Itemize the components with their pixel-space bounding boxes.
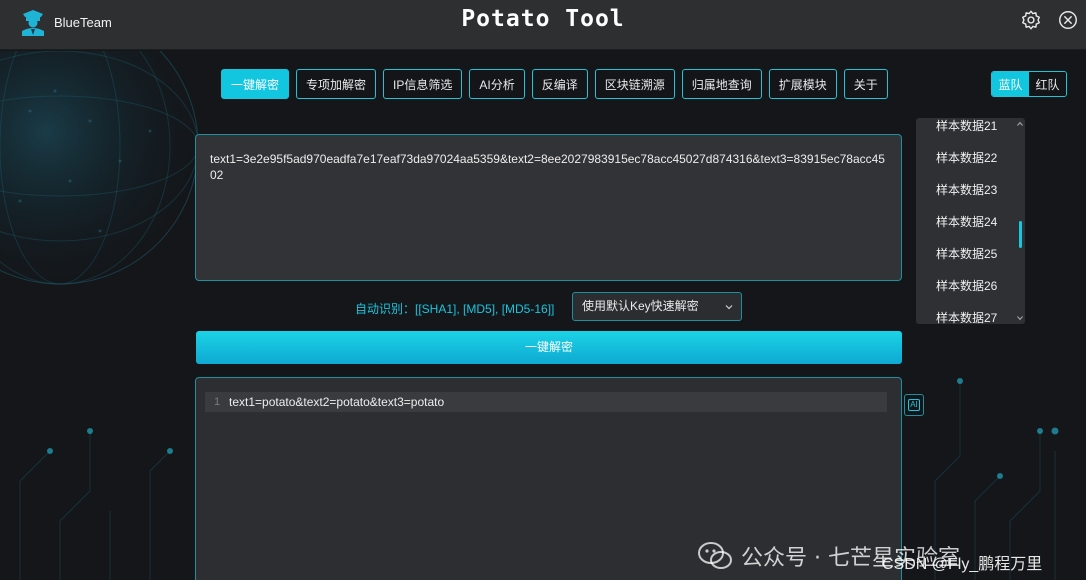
tab-ip-filter[interactable]: IP信息筛选 — [383, 69, 463, 99]
sample-list[interactable]: 样本数据21 样本数据22 样本数据23 样本数据24 样本数据25 样本数据2… — [916, 118, 1025, 324]
output-line: 1 text1=potato&text2=potato&text3=potato — [205, 392, 887, 412]
chevron-down-icon — [725, 305, 733, 310]
team-toggle: 蓝队 红队 — [991, 71, 1067, 97]
close-icon[interactable] — [1057, 9, 1079, 31]
list-item[interactable]: 样本数据23 — [916, 174, 1025, 206]
app-title: Potato Tool — [461, 6, 625, 32]
red-team-button[interactable]: 红队 — [1029, 72, 1066, 96]
output-text: text1=potato&text2=potato&text3=potato — [229, 395, 445, 409]
main-tabs: 一键解密 专项加解密 IP信息筛选 AI分析 反编译 区块链溯源 归属地查询 扩… — [221, 69, 888, 99]
tab-decompile[interactable]: 反编译 — [531, 69, 588, 99]
tab-special-crypto[interactable]: 专项加解密 — [296, 69, 377, 99]
list-item[interactable]: 样本数据27 — [916, 302, 1025, 324]
wechat-icon — [698, 542, 732, 569]
list-item[interactable]: 样本数据26 — [916, 270, 1025, 302]
title-bar: BlueTeam Potato Tool — [0, 0, 1086, 50]
chevron-up-icon[interactable] — [1017, 121, 1023, 127]
tab-blockchain-trace[interactable]: 区块链溯源 — [594, 69, 675, 99]
line-number: 1 — [213, 396, 221, 408]
tab-one-click-decrypt[interactable]: 一键解密 — [221, 69, 290, 99]
blue-team-button[interactable]: 蓝队 — [992, 72, 1029, 96]
watermark: 公众号 · 七芒星实验室 CSDN @Fly_鹏程万里 — [697, 540, 1042, 573]
tab-ai-analysis[interactable]: AI分析 — [469, 69, 525, 99]
tab-location-lookup[interactable]: 归属地查询 — [681, 69, 762, 99]
ai-icon: AI — [908, 399, 920, 411]
key-mode-value: 使用默认Key快速解密 — [582, 299, 699, 313]
decrypt-button[interactable]: 一键解密 — [196, 331, 902, 364]
tab-extension-modules[interactable]: 扩展模块 — [768, 69, 837, 99]
list-item[interactable]: 样本数据21 — [916, 118, 1025, 142]
scrollbar-thumb[interactable] — [1019, 221, 1022, 248]
key-mode-select[interactable]: 使用默认Key快速解密 — [572, 292, 742, 321]
list-item[interactable]: 样本数据24 — [916, 206, 1025, 238]
chevron-down-icon[interactable] — [1017, 315, 1023, 321]
sample-items: 样本数据21 样本数据22 样本数据23 样本数据24 样本数据25 样本数据2… — [916, 118, 1025, 324]
list-item[interactable]: 样本数据22 — [916, 142, 1025, 174]
auto-detect-label: 自动识别：[[SHA1], [MD5], [MD5-16]] — [355, 302, 555, 316]
cipher-input[interactable]: text1=3e2e95f5ad970eadfa7e17eaf73da97024… — [195, 134, 902, 281]
tab-about[interactable]: 关于 — [843, 69, 888, 99]
list-item[interactable]: 样本数据25 — [916, 238, 1025, 270]
ai-assist-button[interactable]: AI — [904, 394, 924, 416]
watermark-csdn: CSDN @Fly_鹏程万里 — [882, 556, 1043, 573]
gear-icon[interactable] — [1020, 9, 1042, 31]
